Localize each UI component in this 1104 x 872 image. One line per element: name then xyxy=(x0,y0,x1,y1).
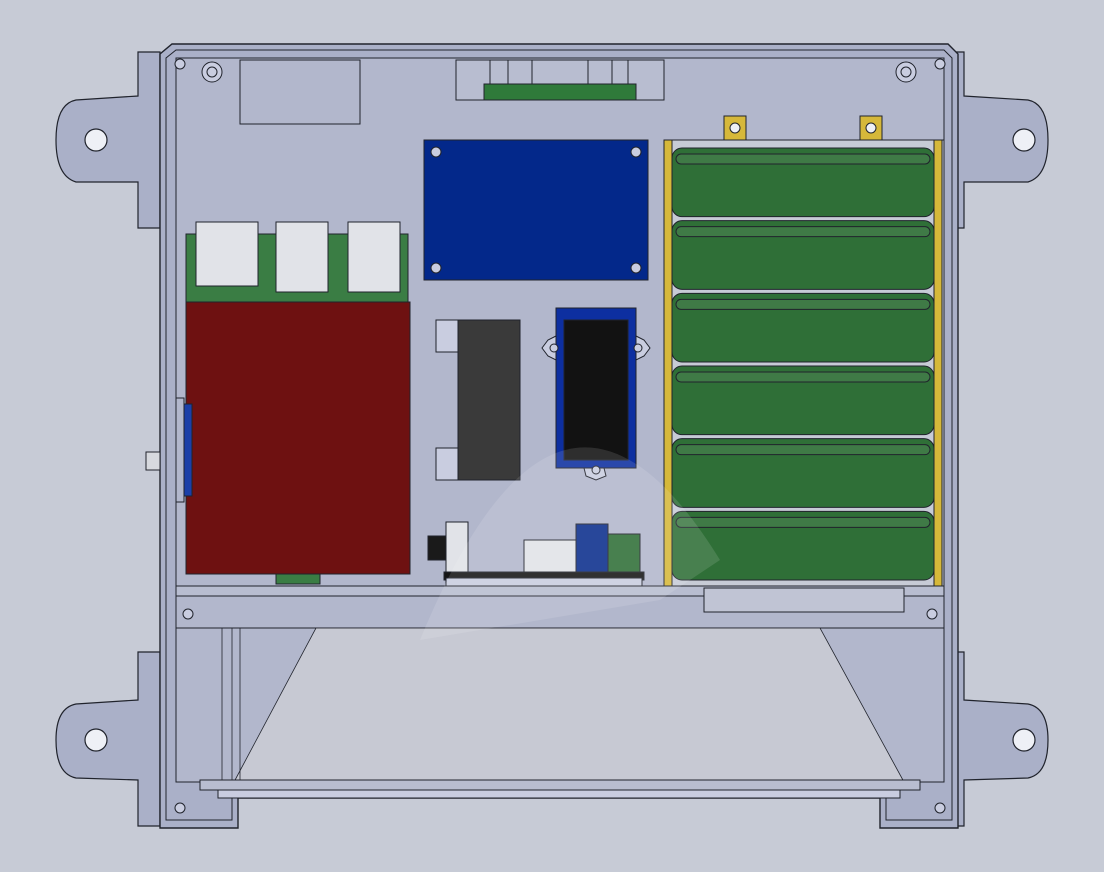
screw-icon xyxy=(206,66,218,78)
screw-icon xyxy=(430,146,442,158)
screw-icon xyxy=(174,802,186,814)
battery-terminal-hole xyxy=(729,122,741,134)
mounting-hole-icon xyxy=(84,128,108,152)
screw-icon xyxy=(934,58,946,70)
cover-bottom-rail xyxy=(199,779,921,791)
screw-icon xyxy=(934,802,946,814)
ethernet-port xyxy=(347,221,401,293)
pi-case xyxy=(185,301,411,575)
battery-cell-highlight xyxy=(675,444,931,456)
top-connector xyxy=(455,59,665,101)
side-connector-clip xyxy=(175,397,185,503)
battery-pack xyxy=(663,115,945,589)
screw-icon xyxy=(630,146,642,158)
mounting-hole-icon xyxy=(84,728,108,752)
dc-jack-knob xyxy=(427,535,449,561)
battery-cell-highlight xyxy=(675,298,931,310)
mounting-ear-top-left xyxy=(55,51,161,229)
usb-port xyxy=(275,221,329,293)
raspberry-pi-board xyxy=(145,221,411,585)
battery-holder-rail-right xyxy=(933,139,943,589)
battery-cell-highlight xyxy=(675,516,931,528)
cover-panel xyxy=(233,627,905,783)
battery-cell-highlight xyxy=(675,153,931,165)
battery-cell-highlight xyxy=(675,226,931,238)
display-screen xyxy=(563,319,629,461)
battery-cell-highlight xyxy=(675,371,931,383)
screw-icon xyxy=(549,343,559,353)
side-button xyxy=(145,451,161,471)
screw-icon xyxy=(182,608,194,620)
enclosure-cad-diagram xyxy=(55,43,1049,829)
screw-icon xyxy=(900,66,912,78)
mounting-hole-icon xyxy=(1012,728,1036,752)
battery-terminal-hole xyxy=(865,122,877,134)
mounting-ear-bottom-left xyxy=(55,651,161,827)
screw-icon xyxy=(430,262,442,274)
cover-handle xyxy=(217,789,901,799)
top-connector-pcb xyxy=(483,83,637,101)
screw-icon xyxy=(630,262,642,274)
top-left-bracket xyxy=(239,59,361,125)
screw-icon xyxy=(633,343,643,353)
screw-icon xyxy=(174,58,186,70)
relay-body xyxy=(457,319,521,481)
battery-tray-lip xyxy=(703,587,905,613)
pi-gpio-connector xyxy=(275,573,321,585)
screw-icon xyxy=(926,608,938,620)
mounting-hole-icon xyxy=(1012,128,1036,152)
controller-board xyxy=(423,139,649,281)
relay-bracket-bottom xyxy=(435,447,461,481)
usb-port xyxy=(195,221,259,287)
relay-bracket-top xyxy=(435,319,461,353)
